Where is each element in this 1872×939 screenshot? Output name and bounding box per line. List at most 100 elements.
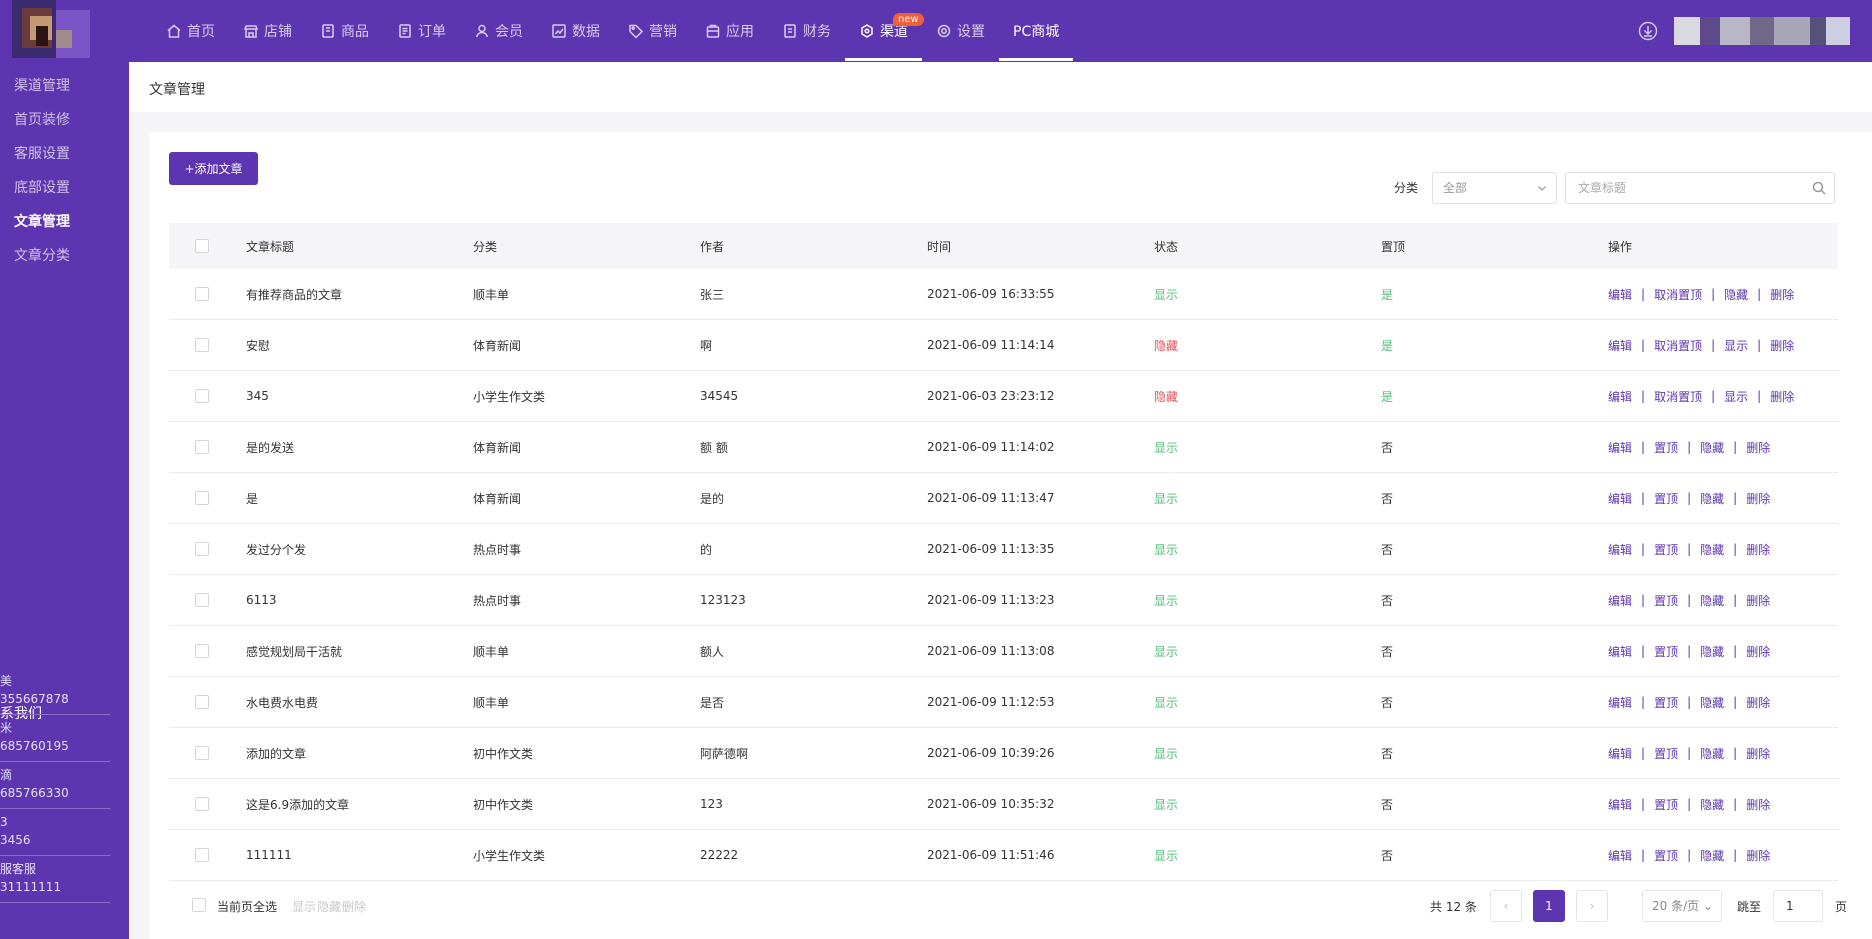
edit-button[interactable]: 编辑 bbox=[1608, 694, 1632, 711]
hide-button[interactable]: 隐藏 bbox=[1700, 643, 1724, 660]
select-current-page-checkbox[interactable] bbox=[192, 898, 206, 912]
edit-button[interactable]: 编辑 bbox=[1608, 643, 1632, 660]
download-icon[interactable] bbox=[1638, 21, 1658, 41]
page-number-current[interactable]: 1 bbox=[1533, 890, 1565, 922]
pin-button[interactable]: 置顶 bbox=[1654, 541, 1678, 558]
edit-button[interactable]: 编辑 bbox=[1608, 490, 1632, 507]
edit-button[interactable]: 编辑 bbox=[1608, 592, 1632, 609]
sidebar-item-article-category[interactable]: 文章分类 bbox=[14, 245, 70, 265]
next-page-button[interactable]: › bbox=[1576, 890, 1608, 922]
delete-button[interactable]: 删除 bbox=[1770, 388, 1794, 405]
row-checkbox[interactable] bbox=[195, 746, 209, 760]
sidebar-item-article-management[interactable]: 文章管理 bbox=[14, 211, 70, 231]
delete-button[interactable]: 删除 bbox=[1746, 541, 1770, 558]
edit-button[interactable]: 编辑 bbox=[1608, 337, 1632, 354]
user-account-menu[interactable] bbox=[1674, 17, 1850, 45]
row-checkbox[interactable] bbox=[195, 440, 209, 454]
hide-button[interactable]: 隐藏 bbox=[1700, 541, 1724, 558]
edit-button[interactable]: 编辑 bbox=[1608, 439, 1632, 456]
row-checkbox[interactable] bbox=[195, 644, 209, 658]
edit-button[interactable]: 编辑 bbox=[1608, 541, 1632, 558]
bulk-hide-button[interactable]: 隐藏 bbox=[317, 898, 341, 915]
hide-button[interactable]: 隐藏 bbox=[1724, 286, 1748, 303]
contact-phone: 355667878 bbox=[0, 692, 69, 706]
delete-button[interactable]: 删除 bbox=[1746, 694, 1770, 711]
cell-pinned: 否 bbox=[1381, 491, 1394, 506]
nav-item-channel[interactable]: 渠道 new bbox=[845, 0, 924, 62]
sidebar-item-home-decoration[interactable]: 首页装修 bbox=[14, 109, 70, 129]
article-title-search-input[interactable] bbox=[1566, 173, 1786, 203]
nav-item-label: 营销 bbox=[649, 24, 677, 40]
unpin-button[interactable]: 取消置顶 bbox=[1654, 337, 1702, 354]
row-checkbox[interactable] bbox=[195, 797, 209, 811]
nav-item-member[interactable]: 会员 bbox=[460, 0, 537, 62]
nav-item-goods[interactable]: 商品 bbox=[306, 0, 383, 62]
nav-item-app[interactable]: 应用 bbox=[691, 0, 768, 62]
delete-button[interactable]: 删除 bbox=[1746, 643, 1770, 660]
delete-button[interactable]: 删除 bbox=[1746, 796, 1770, 813]
nav-item-store[interactable]: 店铺 bbox=[229, 0, 306, 62]
page-size-select[interactable]: 20 条/页 ⌄ bbox=[1642, 890, 1722, 922]
hide-button[interactable]: 隐藏 bbox=[1700, 796, 1724, 813]
bulk-delete-button[interactable]: 删除 bbox=[342, 898, 366, 915]
edit-button[interactable]: 编辑 bbox=[1608, 847, 1632, 864]
delete-button[interactable]: 删除 bbox=[1746, 592, 1770, 609]
jump-page-input[interactable] bbox=[1773, 890, 1823, 922]
edit-button[interactable]: 编辑 bbox=[1608, 286, 1632, 303]
hide-button[interactable]: 隐藏 bbox=[1700, 439, 1724, 456]
hide-button[interactable]: 隐藏 bbox=[1700, 694, 1724, 711]
delete-button[interactable]: 删除 bbox=[1746, 490, 1770, 507]
edit-button[interactable]: 编辑 bbox=[1608, 796, 1632, 813]
pin-button[interactable]: 置顶 bbox=[1654, 490, 1678, 507]
sidebar-item-customer-service[interactable]: 客服设置 bbox=[14, 143, 70, 163]
row-checkbox[interactable] bbox=[195, 593, 209, 607]
show-button[interactable]: 显示 bbox=[1724, 337, 1748, 354]
sidebar-item-channel-management[interactable]: 渠道管理 bbox=[14, 75, 70, 95]
row-checkbox[interactable] bbox=[195, 848, 209, 862]
row-checkbox[interactable] bbox=[195, 389, 209, 403]
edit-button[interactable]: 编辑 bbox=[1608, 388, 1632, 405]
search-icon[interactable] bbox=[1812, 181, 1826, 195]
nav-item-pc-mall[interactable]: PC商城 bbox=[999, 0, 1074, 62]
nav-item-gear[interactable]: 设置 bbox=[922, 0, 999, 62]
hide-button[interactable]: 隐藏 bbox=[1700, 490, 1724, 507]
select-all-checkbox[interactable] bbox=[195, 239, 209, 253]
pin-button[interactable]: 置顶 bbox=[1654, 592, 1678, 609]
bulk-show-button[interactable]: 显示 bbox=[292, 898, 316, 915]
delete-button[interactable]: 删除 bbox=[1770, 286, 1794, 303]
row-checkbox[interactable] bbox=[195, 287, 209, 301]
hide-button[interactable]: 隐藏 bbox=[1700, 745, 1724, 762]
pin-button[interactable]: 置顶 bbox=[1654, 439, 1678, 456]
edit-button[interactable]: 编辑 bbox=[1608, 745, 1632, 762]
nav-item-home[interactable]: 首页 bbox=[152, 0, 229, 62]
hide-button[interactable]: 隐藏 bbox=[1700, 592, 1724, 609]
hide-button[interactable]: 隐藏 bbox=[1700, 847, 1724, 864]
nav-item-tag[interactable]: 营销 bbox=[614, 0, 691, 62]
nav-item-order[interactable]: 订单 bbox=[383, 0, 460, 62]
nav-item-finance[interactable]: 财务 bbox=[768, 0, 845, 62]
row-checkbox[interactable] bbox=[195, 338, 209, 352]
delete-button[interactable]: 删除 bbox=[1770, 337, 1794, 354]
sidebar-item-footer-settings[interactable]: 底部设置 bbox=[14, 177, 70, 197]
show-button[interactable]: 显示 bbox=[1724, 388, 1748, 405]
unpin-button[interactable]: 取消置顶 bbox=[1654, 286, 1702, 303]
delete-button[interactable]: 删除 bbox=[1746, 439, 1770, 456]
row-checkbox[interactable] bbox=[195, 695, 209, 709]
pin-button[interactable]: 置顶 bbox=[1654, 643, 1678, 660]
pin-button[interactable]: 置顶 bbox=[1654, 745, 1678, 762]
row-checkbox[interactable] bbox=[195, 491, 209, 505]
pin-button[interactable]: 置顶 bbox=[1654, 694, 1678, 711]
category-select[interactable]: 全部 bbox=[1432, 172, 1557, 204]
store-logo[interactable] bbox=[12, 0, 92, 58]
delete-button[interactable]: 删除 bbox=[1746, 847, 1770, 864]
row-checkbox[interactable] bbox=[195, 542, 209, 556]
delete-button[interactable]: 删除 bbox=[1746, 745, 1770, 762]
unpin-button[interactable]: 取消置顶 bbox=[1654, 388, 1702, 405]
prev-page-button[interactable]: ‹ bbox=[1490, 890, 1522, 922]
pin-button[interactable]: 置顶 bbox=[1654, 847, 1678, 864]
cell-pinned: 是 bbox=[1381, 389, 1394, 404]
action-separator: | bbox=[1641, 797, 1646, 811]
pin-button[interactable]: 置顶 bbox=[1654, 796, 1678, 813]
nav-item-chart[interactable]: 数据 bbox=[537, 0, 614, 62]
add-article-button[interactable]: +添加文章 bbox=[169, 152, 258, 185]
